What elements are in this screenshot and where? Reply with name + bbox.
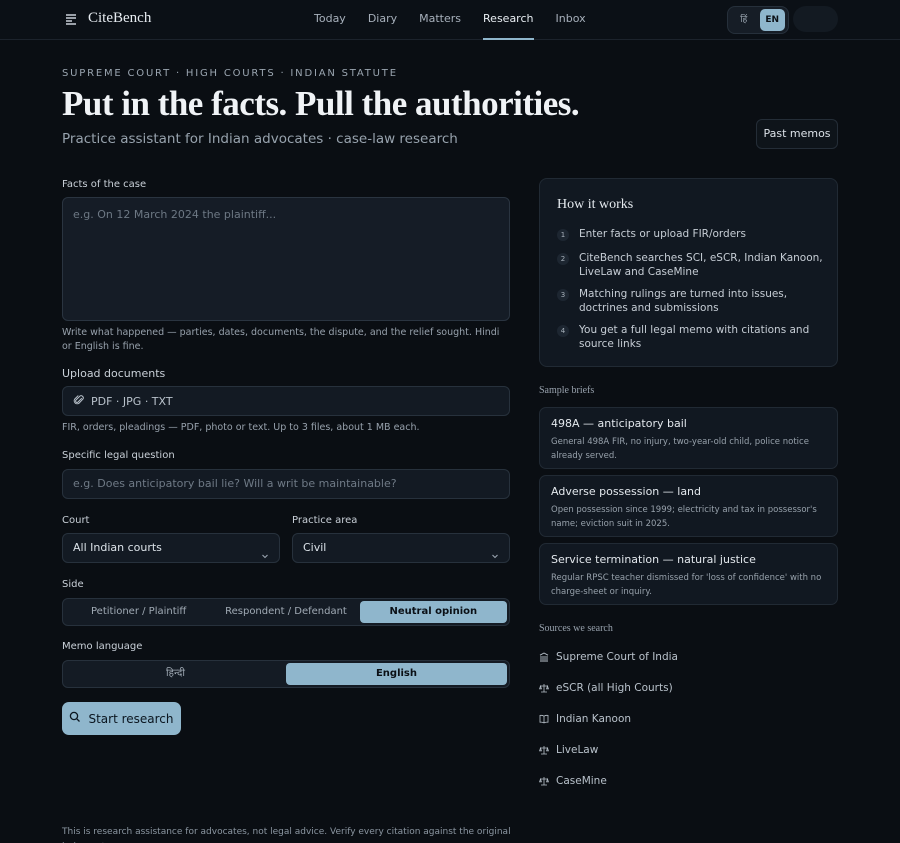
step-item: 3 Matching rulings are turned into issue… — [557, 287, 827, 315]
step-item: 1 Enter facts or upload FIR/orders — [557, 227, 827, 241]
memo-language-label: Memo language — [62, 641, 143, 652]
source-label: Indian Kanoon — [556, 713, 632, 725]
source-label: Supreme Court of India — [556, 651, 678, 663]
step-number: 1 — [557, 229, 569, 241]
step-text: Matching rulings are turned into issues,… — [579, 288, 788, 314]
source-casemine[interactable]: CaseMine — [539, 775, 607, 787]
book-icon — [539, 714, 549, 724]
memo-language-segmented-control: हिन्दी English — [62, 660, 510, 688]
start-research-label: Start research — [88, 711, 174, 726]
chevron-down-icon — [261, 543, 269, 571]
court-label: Court — [62, 515, 90, 526]
sample-briefs-heading: Sample briefs — [539, 385, 595, 396]
legal-question-input[interactable]: e.g. Does anticipatory bail lie? Will a … — [62, 469, 510, 499]
facts-label: Facts of the case — [62, 179, 147, 190]
nav-item-matters[interactable]: Matters — [419, 0, 461, 40]
practice-area-label: Practice area — [292, 515, 358, 526]
sample-brief-card[interactable]: 498A — anticipatory bail General 498A FI… — [539, 407, 838, 469]
search-icon — [69, 711, 81, 726]
brief-title: Service termination — natural justice — [551, 553, 756, 566]
upload-help: FIR, orders, pleadings — PDF, photo or t… — [62, 422, 420, 433]
nav-item-diary[interactable]: Diary — [368, 0, 397, 40]
memo-lang-option-english[interactable]: English — [286, 663, 507, 685]
step-number: 4 — [557, 325, 569, 337]
facts-textarea[interactable]: e.g. On 12 March 2024 the plaintiff... — [62, 197, 510, 321]
practice-area-select[interactable]: Civil — [292, 533, 510, 563]
step-number: 3 — [557, 289, 569, 301]
past-memos-button[interactable]: Past memos — [756, 119, 838, 149]
scales-icon — [539, 776, 549, 786]
how-it-works-card: How it works 1 Enter facts or upload FIR… — [539, 178, 838, 367]
memo-lang-option-hindi[interactable]: हिन्दी — [65, 663, 286, 685]
lang-option-english[interactable]: EN — [759, 9, 785, 31]
brief-description: General 498A FIR, no injury, two-year-ol… — [551, 437, 809, 461]
upload-label: Upload documents — [62, 367, 166, 380]
language-toggle: हिं EN — [727, 6, 789, 34]
page-title: Put in the facts. Pull the authorities. — [62, 84, 580, 123]
source-label: CaseMine — [556, 775, 607, 787]
page-subtitle: Practice assistant for Indian advocates … — [62, 131, 458, 147]
source-escr[interactable]: eSCR (all High Courts) — [539, 682, 673, 694]
nav-item-research[interactable]: Research — [483, 0, 534, 40]
profile-button[interactable] — [793, 6, 838, 32]
sample-brief-card[interactable]: Adverse possession — land Open possessio… — [539, 475, 838, 537]
brief-description: Open possession since 1999; electricity … — [551, 505, 817, 529]
sources-heading: Sources we search — [539, 623, 613, 634]
side-segmented-control: Petitioner / Plaintiff Respondent / Defe… — [62, 598, 510, 626]
brief-description: Regular RPSC teacher dismissed for 'loss… — [551, 573, 822, 597]
brand[interactable]: CiteBench — [64, 10, 151, 27]
court-select-value: All Indian courts — [73, 541, 162, 554]
nav-item-today[interactable]: Today — [314, 0, 346, 40]
source-livelaw[interactable]: LiveLaw — [539, 744, 598, 756]
how-it-works-title: How it works — [557, 197, 634, 212]
paperclip-icon — [73, 394, 85, 409]
lang-option-hindi[interactable]: हिं — [731, 9, 757, 31]
sample-brief-card[interactable]: Service termination — natural justice Re… — [539, 543, 838, 605]
nav-item-inbox[interactable]: Inbox — [556, 0, 586, 40]
brief-title: Adverse possession — land — [551, 485, 702, 498]
scales-icon — [539, 683, 549, 693]
upload-formats: PDF · JPG · TXT — [91, 394, 173, 408]
practice-area-select-value: Civil — [303, 541, 327, 554]
start-research-button[interactable]: Start research — [62, 702, 181, 735]
brief-title: 498A — anticipatory bail — [551, 417, 687, 430]
disclaimer-text: This is research assistance for advocate… — [62, 827, 511, 843]
court-select[interactable]: All Indian courts — [62, 533, 280, 563]
source-indian-kanoon[interactable]: Indian Kanoon — [539, 713, 631, 725]
facts-help: Write what happened — parties, dates, do… — [62, 327, 500, 352]
step-number: 2 — [557, 253, 569, 265]
source-label: eSCR (all High Courts) — [556, 682, 673, 694]
scales-icon — [539, 745, 549, 755]
step-item: 4 You get a full legal memo with citatio… — [557, 323, 827, 351]
menu-lines-icon — [64, 12, 78, 26]
side-option-petitioner[interactable]: Petitioner / Plaintiff — [65, 601, 212, 623]
app-name: CiteBench — [88, 10, 152, 26]
pillar-icon — [539, 652, 549, 662]
side-option-neutral[interactable]: Neutral opinion — [359, 601, 507, 623]
source-label: LiveLaw — [556, 744, 599, 756]
eyebrow-text: SUPREME COURT · HIGH COURTS · INDIAN STA… — [62, 68, 398, 79]
side-label: Side — [62, 579, 84, 590]
upload-dropzone[interactable]: PDF · JPG · TXT — [62, 386, 510, 416]
source-supreme-court[interactable]: Supreme Court of India — [539, 651, 678, 663]
chevron-down-icon — [491, 543, 499, 571]
side-option-respondent[interactable]: Respondent / Defendant — [212, 601, 359, 623]
step-text: Enter facts or upload FIR/orders — [579, 228, 746, 240]
main-nav: Today Diary Matters Research Inbox — [314, 0, 608, 40]
question-label: Specific legal question — [62, 450, 175, 461]
step-text: You get a full legal memo with citations… — [579, 324, 810, 350]
step-item: 2 CiteBench searches SCI, eSCR, Indian K… — [557, 251, 827, 279]
step-text: CiteBench searches SCI, eSCR, Indian Kan… — [579, 252, 823, 278]
top-bar: CiteBench Today Diary Matters Research I… — [0, 0, 900, 40]
